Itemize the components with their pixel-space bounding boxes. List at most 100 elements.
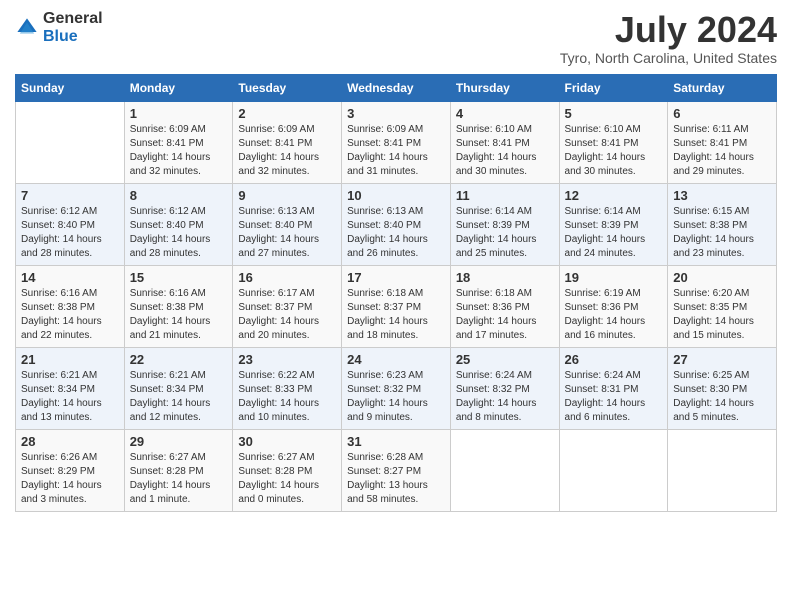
calendar-cell: 4Sunrise: 6:10 AMSunset: 8:41 PMDaylight… <box>450 101 559 183</box>
calendar-week-row: 21Sunrise: 6:21 AMSunset: 8:34 PMDayligh… <box>16 347 777 429</box>
day-info: Sunrise: 6:10 AMSunset: 8:41 PMDaylight:… <box>565 123 663 179</box>
day-info: Sunrise: 6:25 AMSunset: 8:30 PMDaylight:… <box>673 369 771 425</box>
calendar-cell: 2 Sunrise: 6:09 AMSunset: 8:41 PMDaylight… <box>233 101 342 183</box>
day-info: Sunrise: 6:12 AMSunset: 8:40 PMDaylight:… <box>130 205 228 261</box>
col-header-tuesday: Tuesday <box>233 74 342 101</box>
logo-icon <box>15 16 39 40</box>
day-number: 10 <box>347 188 445 203</box>
calendar-cell <box>16 101 125 183</box>
day-info: Sunrise: 6:15 AMSunset: 8:38 PMDaylight:… <box>673 205 771 261</box>
month-title: July 2024 <box>560 10 777 50</box>
calendar-cell: 23Sunrise: 6:22 AMSunset: 8:33 PMDayligh… <box>233 347 342 429</box>
day-number: 20 <box>673 270 771 285</box>
calendar-cell: 17 Sunrise: 6:18 AMSunset: 8:37 PMDayligh… <box>342 265 451 347</box>
day-number: 5 <box>565 106 663 121</box>
day-info: Sunrise: 6:11 AMSunset: 8:41 PMDaylight:… <box>673 123 771 179</box>
logo-text: General Blue <box>43 10 103 45</box>
calendar-cell: 9Sunrise: 6:13 AMSunset: 8:40 PMDaylight… <box>233 183 342 265</box>
calendar-table: SundayMondayTuesdayWednesdayThursdayFrid… <box>15 74 777 512</box>
day-number: 23 <box>238 352 336 367</box>
day-number: 8 <box>130 188 228 203</box>
calendar-cell: 7 Sunrise: 6:12 AMSunset: 8:40 PMDaylight… <box>16 183 125 265</box>
title-block: July 2024 Tyro, North Carolina, United S… <box>560 10 777 66</box>
day-info: Sunrise: 6:09 AMSunset: 8:41 PMDaylight:… <box>347 123 445 179</box>
calendar-cell: 26 Sunrise: 6:24 AMSunset: 8:31 PMDayligh… <box>559 347 668 429</box>
col-header-thursday: Thursday <box>450 74 559 101</box>
calendar-cell: 14 Sunrise: 6:16 AMSunset: 8:38 PMDayligh… <box>16 265 125 347</box>
day-info: Sunrise: 6:09 AMSunset: 8:41 PMDaylight:… <box>238 123 336 179</box>
day-info: Sunrise: 6:13 AMSunset: 8:40 PMDaylight:… <box>238 205 336 261</box>
day-info: Sunrise: 6:24 AMSunset: 8:32 PMDaylight:… <box>456 369 554 425</box>
day-number: 2 <box>238 106 336 121</box>
day-info: Sunrise: 6:16 AMSunset: 8:38 PMDaylight:… <box>130 287 228 343</box>
calendar-cell: 13 Sunrise: 6:15 AMSunset: 8:38 PMDayligh… <box>668 183 777 265</box>
day-number: 7 <box>21 188 119 203</box>
day-info: Sunrise: 6:13 AMSunset: 8:40 PMDaylight:… <box>347 205 445 261</box>
day-info: Sunrise: 6:19 AMSunset: 8:36 PMDaylight:… <box>565 287 663 343</box>
day-info: Sunrise: 6:23 AMSunset: 8:32 PMDaylight:… <box>347 369 445 425</box>
calendar-cell: 29 Sunrise: 6:27 AMSunset: 8:28 PMDayligh… <box>124 429 233 511</box>
day-number: 1 <box>130 106 228 121</box>
calendar-header-row: SundayMondayTuesdayWednesdayThursdayFrid… <box>16 74 777 101</box>
day-info: Sunrise: 6:20 AMSunset: 8:35 PMDaylight:… <box>673 287 771 343</box>
day-number: 12 <box>565 188 663 203</box>
calendar-cell: 16Sunrise: 6:17 AMSunset: 8:37 PMDayligh… <box>233 265 342 347</box>
calendar-cell: 30Sunrise: 6:27 AMSunset: 8:28 PMDayligh… <box>233 429 342 511</box>
calendar-week-row: 7 Sunrise: 6:12 AMSunset: 8:40 PMDaylight… <box>16 183 777 265</box>
day-info: Sunrise: 6:14 AMSunset: 8:39 PMDaylight:… <box>456 205 554 261</box>
day-info: Sunrise: 6:28 AMSunset: 8:27 PMDaylight:… <box>347 451 445 507</box>
location-text: Tyro, North Carolina, United States <box>560 50 777 66</box>
calendar-cell <box>668 429 777 511</box>
day-info: Sunrise: 6:21 AMSunset: 8:34 PMDaylight:… <box>21 369 119 425</box>
calendar-cell: 27 Sunrise: 6:25 AMSunset: 8:30 PMDayligh… <box>668 347 777 429</box>
calendar-cell: 3Sunrise: 6:09 AMSunset: 8:41 PMDaylight… <box>342 101 451 183</box>
calendar-cell: 28 Sunrise: 6:26 AMSunset: 8:29 PMDayligh… <box>16 429 125 511</box>
day-info: Sunrise: 6:18 AMSunset: 8:36 PMDaylight:… <box>456 287 554 343</box>
day-number: 4 <box>456 106 554 121</box>
day-number: 16 <box>238 270 336 285</box>
day-number: 6 <box>673 106 771 121</box>
day-number: 19 <box>565 270 663 285</box>
day-info: Sunrise: 6:14 AMSunset: 8:39 PMDaylight:… <box>565 205 663 261</box>
day-info: Sunrise: 6:26 AMSunset: 8:29 PMDaylight:… <box>21 451 119 507</box>
calendar-week-row: 14 Sunrise: 6:16 AMSunset: 8:38 PMDayligh… <box>16 265 777 347</box>
calendar-cell: 25 Sunrise: 6:24 AMSunset: 8:32 PMDayligh… <box>450 347 559 429</box>
day-info: Sunrise: 6:24 AMSunset: 8:31 PMDaylight:… <box>565 369 663 425</box>
calendar-cell: 5 Sunrise: 6:10 AMSunset: 8:41 PMDaylight… <box>559 101 668 183</box>
logo-blue-text: Blue <box>43 28 103 46</box>
day-number: 11 <box>456 188 554 203</box>
day-number: 26 <box>565 352 663 367</box>
day-info: Sunrise: 6:16 AMSunset: 8:38 PMDaylight:… <box>21 287 119 343</box>
day-info: Sunrise: 6:09 AMSunset: 8:41 PMDaylight:… <box>130 123 228 179</box>
col-header-monday: Monday <box>124 74 233 101</box>
day-number: 14 <box>21 270 119 285</box>
calendar-cell <box>450 429 559 511</box>
day-info: Sunrise: 6:12 AMSunset: 8:40 PMDaylight:… <box>21 205 119 261</box>
day-info: Sunrise: 6:27 AMSunset: 8:28 PMDaylight:… <box>130 451 228 507</box>
day-number: 29 <box>130 434 228 449</box>
day-number: 17 <box>347 270 445 285</box>
calendar-cell <box>559 429 668 511</box>
calendar-cell: 15 Sunrise: 6:16 AMSunset: 8:38 PMDayligh… <box>124 265 233 347</box>
calendar-cell: 8 Sunrise: 6:12 AMSunset: 8:40 PMDaylight… <box>124 183 233 265</box>
day-info: Sunrise: 6:18 AMSunset: 8:37 PMDaylight:… <box>347 287 445 343</box>
calendar-cell: 22Sunrise: 6:21 AMSunset: 8:34 PMDayligh… <box>124 347 233 429</box>
calendar-cell: 1 Sunrise: 6:09 AMSunset: 8:41 PMDaylight… <box>124 101 233 183</box>
day-number: 13 <box>673 188 771 203</box>
day-number: 24 <box>347 352 445 367</box>
calendar-cell: 21Sunrise: 6:21 AMSunset: 8:34 PMDayligh… <box>16 347 125 429</box>
col-header-friday: Friday <box>559 74 668 101</box>
calendar-cell: 10 Sunrise: 6:13 AMSunset: 8:40 PMDayligh… <box>342 183 451 265</box>
day-number: 28 <box>21 434 119 449</box>
col-header-sunday: Sunday <box>16 74 125 101</box>
day-number: 31 <box>347 434 445 449</box>
day-number: 15 <box>130 270 228 285</box>
logo-general-text: General <box>43 10 103 28</box>
day-number: 25 <box>456 352 554 367</box>
day-number: 27 <box>673 352 771 367</box>
day-number: 18 <box>456 270 554 285</box>
calendar-cell: 19 Sunrise: 6:19 AMSunset: 8:36 PMDayligh… <box>559 265 668 347</box>
logo: General Blue <box>15 10 103 45</box>
day-info: Sunrise: 6:21 AMSunset: 8:34 PMDaylight:… <box>130 369 228 425</box>
calendar-cell: 31 Sunrise: 6:28 AMSunset: 8:27 PMDayligh… <box>342 429 451 511</box>
